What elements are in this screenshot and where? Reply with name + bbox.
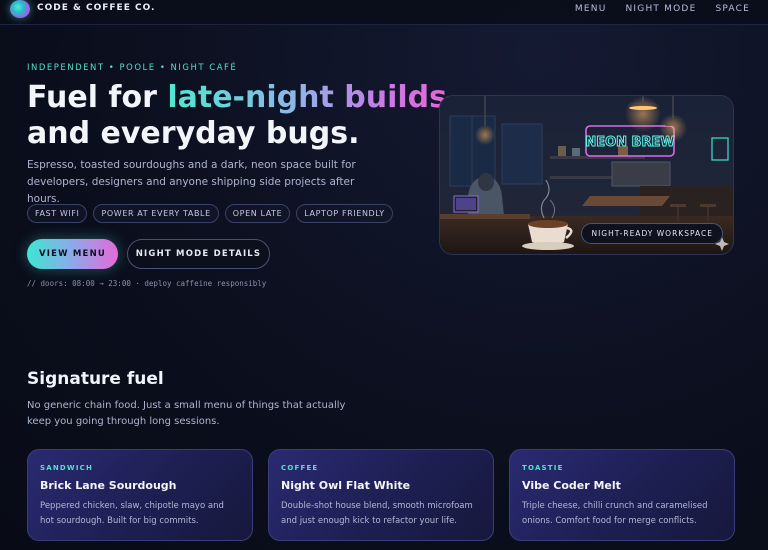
- hero-title-part2: and everyday bugs.: [27, 116, 360, 151]
- hero-eyebrow: INDEPENDENT • POOLE • NIGHT CAFÉ: [27, 63, 238, 73]
- hero-title: Fuel for late-night builds and everyday b…: [27, 80, 447, 152]
- menu-card-melt[interactable]: TOASTIE Vibe Coder Melt Triple cheese, c…: [509, 449, 735, 541]
- hero-title-part1: Fuel for: [27, 80, 168, 115]
- top-nav: CODE & COFFEE CO. MENU NIGHT MODE SPACE: [0, 0, 768, 25]
- card-tag: TOASTIE: [522, 464, 564, 472]
- nav-link-space[interactable]: SPACE: [715, 4, 750, 14]
- card-tag: COFFEE: [281, 464, 319, 472]
- hero-description: Espresso, toasted sourdoughs and a dark,…: [27, 159, 356, 205]
- neon-sign-text: NEON BREW: [585, 135, 674, 150]
- hero-title-highlight: late-night builds: [167, 80, 447, 115]
- chip-fast-wifi: FAST WIFI: [27, 204, 88, 223]
- chip-open-late: OPEN LATE: [224, 204, 291, 223]
- card-description: Peppered chicken, slaw, chipotle mayo an…: [40, 501, 224, 526]
- chip-laptop-friendly: LAPTOP FRIENDLY: [296, 204, 393, 223]
- nav-link-menu[interactable]: MENU: [575, 4, 607, 14]
- menu-card-flat-white[interactable]: COFFEE Night Owl Flat White Double-shot …: [268, 449, 494, 541]
- menu-cards: SANDWICH Brick Lane Sourdough Peppered c…: [27, 449, 735, 541]
- workspace-badge: NIGHT-READY WORKSPACE: [581, 223, 723, 244]
- card-title: Night Owl Flat White: [281, 479, 411, 492]
- nav-link-night-mode[interactable]: NIGHT MODE: [626, 4, 697, 14]
- nav-links: MENU NIGHT MODE SPACE: [575, 4, 750, 14]
- logo-icon[interactable]: [10, 0, 30, 18]
- card-tag: SANDWICH: [40, 464, 94, 472]
- brand-name[interactable]: CODE & COFFEE CO.: [37, 3, 155, 13]
- night-mode-details-button[interactable]: NIGHT MODE DETAILS: [127, 239, 270, 269]
- feature-chips: FAST WIFI POWER AT EVERY TABLE OPEN LATE…: [27, 204, 393, 223]
- menu-card-sourdough[interactable]: SANDWICH Brick Lane Sourdough Peppered c…: [27, 449, 253, 541]
- cafe-illustration: NEON BREW NIGHT-READY WORKSPACE: [439, 95, 734, 255]
- chip-power: POWER AT EVERY TABLE: [93, 204, 219, 223]
- section-description: No generic chain food. Just a small menu…: [27, 400, 346, 427]
- card-title: Vibe Coder Melt: [522, 479, 621, 492]
- card-description: Double-shot house blend, smooth microfoa…: [281, 501, 473, 526]
- card-title: Brick Lane Sourdough: [40, 479, 177, 492]
- card-description: Triple cheese, chilli crunch and caramel…: [522, 501, 708, 526]
- view-menu-button[interactable]: VIEW MENU: [27, 239, 118, 269]
- section-title: Signature fuel: [27, 369, 164, 389]
- hours-code-note: // doors: 08:00 → 23:00 · deploy caffein…: [27, 279, 267, 288]
